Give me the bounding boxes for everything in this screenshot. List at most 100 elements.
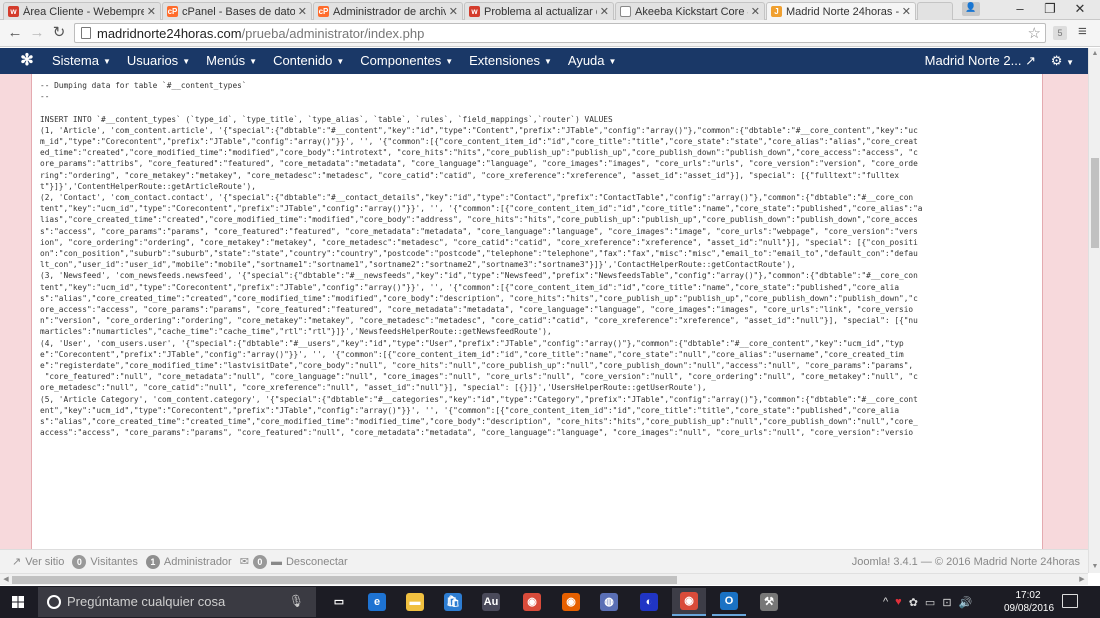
menu-menus[interactable]: Menús ▼ xyxy=(206,48,257,74)
admin-navbar: ✻ Sistema ▼ Usuarios ▼ Menús ▼ Contenido ▼ C… xyxy=(0,48,1088,74)
address-bar[interactable]: madridnorte24horas.com/prueba/administra… xyxy=(74,23,1046,43)
browser-tab-active[interactable]: J Madrid Norte 24horas - A ✕ xyxy=(766,2,916,20)
admin-label: Administrador xyxy=(163,556,232,568)
sql-line: lt_con","user_id":"user_id","mobile":"mo… xyxy=(40,260,796,270)
antivirus-icon[interactable]: ♥ xyxy=(895,596,902,608)
sql-line: s":"alias","core_created_time":"created"… xyxy=(40,293,918,303)
external-link-icon: ↗ xyxy=(1025,53,1036,68)
page-info-icon[interactable] xyxy=(81,27,91,39)
taskbar-app-blue-button[interactable]: ◐ xyxy=(632,588,666,616)
error-margin-right xyxy=(1042,74,1088,549)
battery-icon[interactable]: ▭ xyxy=(925,596,935,609)
browser-menu-icon[interactable]: ≡ xyxy=(1078,23,1087,40)
cortana-search-box[interactable]: Pregúntame cualquier cosa 🎙 xyxy=(38,587,316,617)
firefox-icon: ◉ xyxy=(562,593,580,611)
sql-line: (5, 'Article Category', 'com_content.cat… xyxy=(40,394,918,404)
cortana-icon xyxy=(47,595,61,609)
scroll-thumb[interactable] xyxy=(12,576,677,584)
sql-line: m_id","type":"Corecontent","prefix":"JTa… xyxy=(40,137,918,147)
tab-close-icon[interactable]: ✕ xyxy=(751,5,760,18)
tab-close-icon[interactable]: ✕ xyxy=(902,5,911,18)
menu-usuarios[interactable]: Usuarios ▼ xyxy=(127,48,190,74)
browser-tab[interactable]: w Problema al actualizar de ✕ xyxy=(464,2,614,20)
taskbar-chrome-2-button[interactable]: ◉ xyxy=(672,588,706,616)
taskbar-app-tool-button[interactable]: ⚒ xyxy=(752,588,786,616)
reload-icon[interactable]: ↻ xyxy=(50,24,68,42)
clock[interactable]: 17:02 09/08/2016 xyxy=(1004,589,1054,615)
sql-line: access":"access", "core_params":"params"… xyxy=(40,428,914,438)
browser-tab[interactable]: Akeeba Kickstart Core 4.1 ✕ xyxy=(615,2,765,20)
menu-extensiones[interactable]: Extensiones ▼ xyxy=(469,48,552,74)
sql-line: -- xyxy=(40,92,50,102)
taskbar-chrome-1-button[interactable]: ◉ xyxy=(515,588,549,616)
scroll-down-icon[interactable]: ▼ xyxy=(1089,561,1100,573)
url-text[interactable]: madridnorte24horas.com/prueba/administra… xyxy=(97,26,424,41)
back-icon[interactable]: ← xyxy=(6,24,24,42)
close-window-icon[interactable]: ✕ xyxy=(1060,0,1100,20)
menu-ayuda[interactable]: Ayuda ▼ xyxy=(568,48,617,74)
sql-line: ore_metadesc":"null", "core_catid":"null… xyxy=(40,383,707,393)
scroll-right-icon[interactable]: ▶ xyxy=(1076,574,1088,586)
logout-link[interactable]: Desconectar xyxy=(286,550,348,574)
browser-tab[interactable]: w Área Cliente - Webempre ✕ xyxy=(3,2,161,20)
scroll-thumb[interactable] xyxy=(1091,158,1099,248)
menu-label: Contenido xyxy=(273,53,333,68)
tab-title: Problema al actualizar de xyxy=(484,5,597,18)
network-icon[interactable]: ⊡ xyxy=(942,596,951,609)
tab-close-icon[interactable]: ✕ xyxy=(147,5,156,18)
forward-icon[interactable]: → xyxy=(28,24,46,42)
bookmark-star-icon[interactable]: ☆ xyxy=(1028,24,1041,42)
taskbar-store-button[interactable]: 🛍 xyxy=(436,588,470,616)
tab-close-icon[interactable]: ✕ xyxy=(298,5,307,18)
joomla-logo-icon[interactable]: ✻ xyxy=(18,52,36,70)
microphone-icon[interactable]: 🎙 xyxy=(289,594,304,608)
url-path: /prueba/administrator/index.php xyxy=(241,26,425,41)
menu-sistema[interactable]: Sistema ▼ xyxy=(52,48,111,74)
menu-componentes[interactable]: Componentes ▼ xyxy=(360,48,453,74)
show-hidden-icons-icon[interactable]: ^ xyxy=(883,596,888,608)
menu-label: Componentes xyxy=(360,53,442,68)
taskbar-firefox-button[interactable]: ◉ xyxy=(554,588,588,616)
sql-line: t"}]}','ContentHelperRoute::getArticleRo… xyxy=(40,181,256,191)
new-tab-button[interactable] xyxy=(917,2,953,20)
sql-line: tent","key":"ucm_id","type":"Corecontent… xyxy=(40,282,900,292)
app-tool-icon: ⚒ xyxy=(760,593,778,611)
sql-line: INSERT INTO `#__content_types` (`type_id… xyxy=(40,114,613,124)
sql-line: "core_featured":"null", "core_metadata":… xyxy=(40,372,918,382)
menu-contenido[interactable]: Contenido ▼ xyxy=(273,48,344,74)
page-vertical-scrollbar[interactable]: ▲ ▼ xyxy=(1088,48,1100,573)
visitors-label: Visitantes xyxy=(90,556,138,568)
menu-label: Usuarios xyxy=(126,53,179,68)
taskbar-outlook-button[interactable]: O xyxy=(712,588,746,616)
tab-title: Área Cliente - Webempre xyxy=(23,5,144,18)
tab-close-icon[interactable]: ✕ xyxy=(449,5,458,18)
profile-icon[interactable]: 👤 xyxy=(962,2,980,16)
taskbar-file-explorer-button[interactable]: ▬ xyxy=(398,588,432,616)
taskbar-edge-button[interactable]: e xyxy=(360,588,394,616)
browser-tab[interactable]: cP cPanel - Bases de datos M ✕ xyxy=(162,2,312,20)
extension-icon[interactable]: 5 xyxy=(1053,26,1067,40)
tab-close-icon[interactable]: ✕ xyxy=(600,5,609,18)
sql-line: (4, 'User', 'com_users.user', '{"special… xyxy=(40,338,904,348)
view-site-link[interactable]: Ver sitio xyxy=(25,550,64,574)
windows-start-button[interactable] xyxy=(0,586,36,618)
caret-down-icon: ▼ xyxy=(445,57,454,66)
scroll-left-icon[interactable]: ◀ xyxy=(0,574,12,586)
menu-label: Menús xyxy=(206,53,246,68)
messages-count-badge: 0 xyxy=(252,555,267,569)
document-favicon-icon xyxy=(620,6,631,17)
scroll-up-icon[interactable]: ▲ xyxy=(1089,48,1100,60)
sql-line: tent","key":"ucm_id","type":"Corecontent… xyxy=(40,204,923,214)
browser-tab[interactable]: cP Administrador de archivo ✕ xyxy=(313,2,463,20)
volume-icon[interactable]: 🔊 xyxy=(959,596,973,609)
taskbar-task-view-button[interactable]: ▭ xyxy=(322,588,356,616)
tray-app-icon[interactable]: ✿ xyxy=(909,596,918,609)
user-settings-gear-icon[interactable]: ⚙ ▼ xyxy=(1051,48,1074,76)
taskbar-app-au-button[interactable]: Au xyxy=(474,588,508,616)
error-margin-left xyxy=(0,74,32,549)
url-host: madridnorte24horas.com xyxy=(97,26,242,41)
taskbar-app-globe-button[interactable]: ◍ xyxy=(592,588,626,616)
view-site-link[interactable]: Madrid Norte 2... ↗ xyxy=(925,48,1036,74)
page-horizontal-scrollbar[interactable]: ◀ ▶ xyxy=(0,573,1088,585)
action-center-icon[interactable] xyxy=(1062,594,1078,608)
